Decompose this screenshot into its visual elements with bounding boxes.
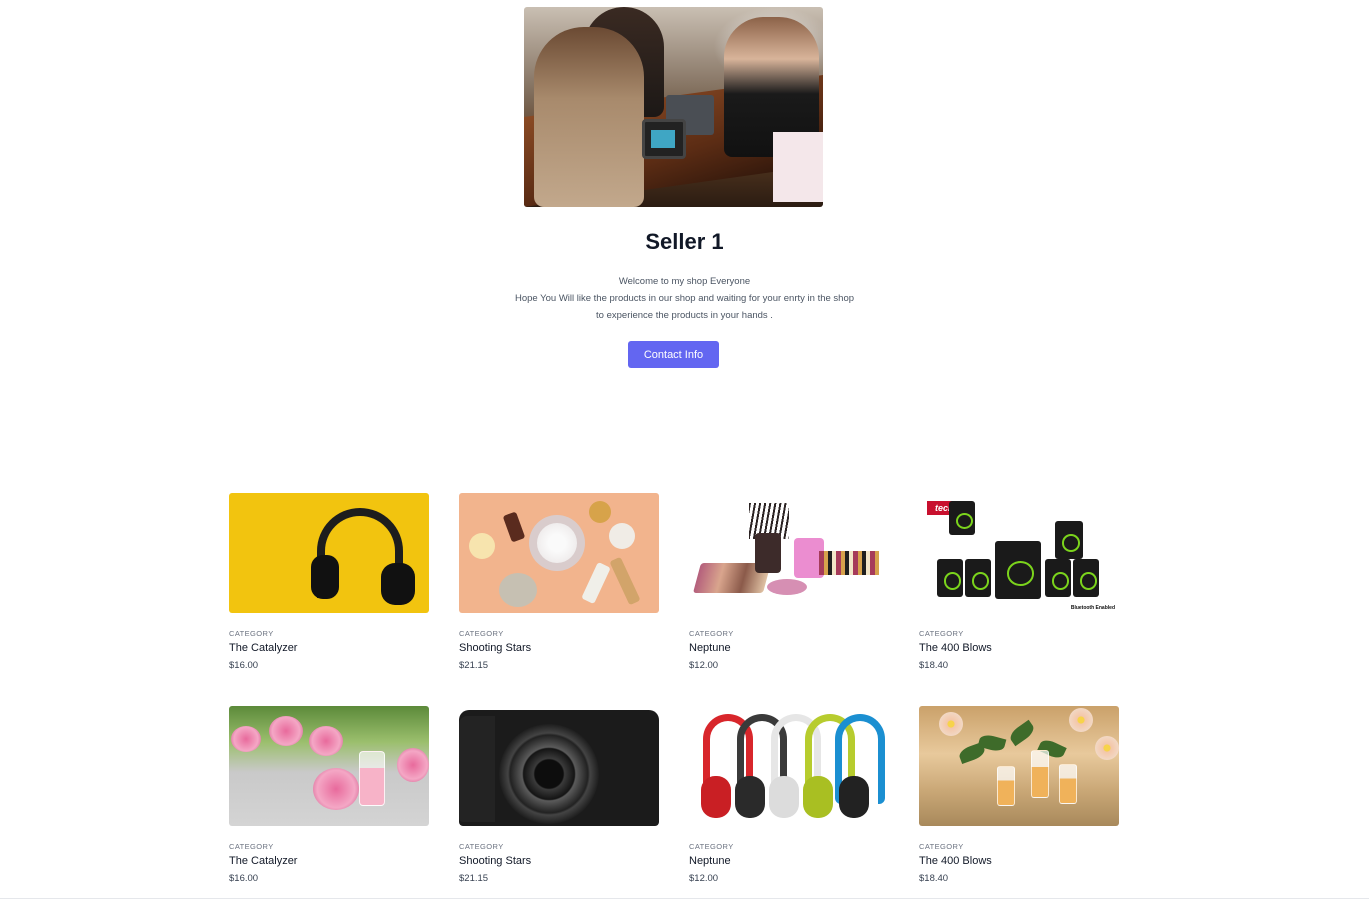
product-name[interactable]: The Catalyzer xyxy=(229,642,429,654)
product-name[interactable]: The 400 Blows xyxy=(919,855,1119,867)
product-price: $12.00 xyxy=(689,873,719,884)
product-card[interactable]: CATEGORY The Catalyzer $16.00 xyxy=(229,706,429,884)
product-image[interactable] xyxy=(229,706,429,826)
bluetooth-badge: Bluetooth Enabled xyxy=(1070,605,1115,611)
product-card[interactable]: CATEGORY Shooting Stars $21.15 xyxy=(459,493,659,671)
product-image[interactable] xyxy=(459,706,659,826)
product-price: $12.00 xyxy=(689,660,719,671)
product-name[interactable]: Shooting Stars xyxy=(459,855,659,867)
product-category: CATEGORY xyxy=(919,842,964,851)
product-name[interactable]: Shooting Stars xyxy=(459,642,659,654)
shop-hero-image xyxy=(524,7,823,207)
product-price: $18.40 xyxy=(919,873,949,884)
product-image[interactable] xyxy=(919,706,1119,826)
product-image[interactable] xyxy=(459,493,659,613)
product-category: CATEGORY xyxy=(689,629,734,638)
product-name[interactable]: Neptune xyxy=(689,642,889,654)
product-name[interactable]: Neptune xyxy=(689,855,889,867)
product-name[interactable]: The 400 Blows xyxy=(919,642,1119,654)
seller-description-line: Welcome to my shop Everyone xyxy=(618,276,751,287)
product-card[interactable]: CATEGORY The 400 Blows $18.40 xyxy=(919,706,1119,884)
seller-description-line: Hope You Will like the products in our s… xyxy=(514,293,855,304)
product-category: CATEGORY xyxy=(689,842,734,851)
product-category: CATEGORY xyxy=(459,842,504,851)
seller-description: Welcome to my shop Everyone Hope You Wil… xyxy=(0,273,1369,324)
product-name[interactable]: The Catalyzer xyxy=(229,855,429,867)
product-price: $18.40 xyxy=(919,660,949,671)
product-price: $16.00 xyxy=(229,660,259,671)
product-price: $21.15 xyxy=(459,873,489,884)
product-card[interactable]: CATEGORY Neptune $12.00 xyxy=(689,706,889,884)
product-image[interactable]: tecnia Bluetooth Enabled xyxy=(919,493,1119,613)
product-price: $21.15 xyxy=(459,660,489,671)
product-category: CATEGORY xyxy=(229,842,274,851)
page-divider xyxy=(0,898,1369,899)
seller-name: Seller 1 xyxy=(645,229,724,254)
product-card[interactable]: CATEGORY The Catalyzer $16.00 xyxy=(229,493,429,671)
contact-info-button[interactable]: Contact Info xyxy=(628,341,719,368)
product-image[interactable] xyxy=(229,493,429,613)
product-category: CATEGORY xyxy=(229,629,274,638)
product-card[interactable]: CATEGORY Shooting Stars $21.15 xyxy=(459,706,659,884)
product-category: CATEGORY xyxy=(919,629,964,638)
product-card[interactable]: tecnia Bluetooth Enabled CATEGORY The 40… xyxy=(919,493,1119,671)
product-price: $16.00 xyxy=(229,873,259,884)
seller-description-line: to experience the products in your hands… xyxy=(596,310,773,321)
product-category: CATEGORY xyxy=(459,629,504,638)
product-image[interactable] xyxy=(689,493,889,613)
product-card[interactable]: CATEGORY Neptune $12.00 xyxy=(689,493,889,671)
product-image[interactable] xyxy=(689,706,889,826)
